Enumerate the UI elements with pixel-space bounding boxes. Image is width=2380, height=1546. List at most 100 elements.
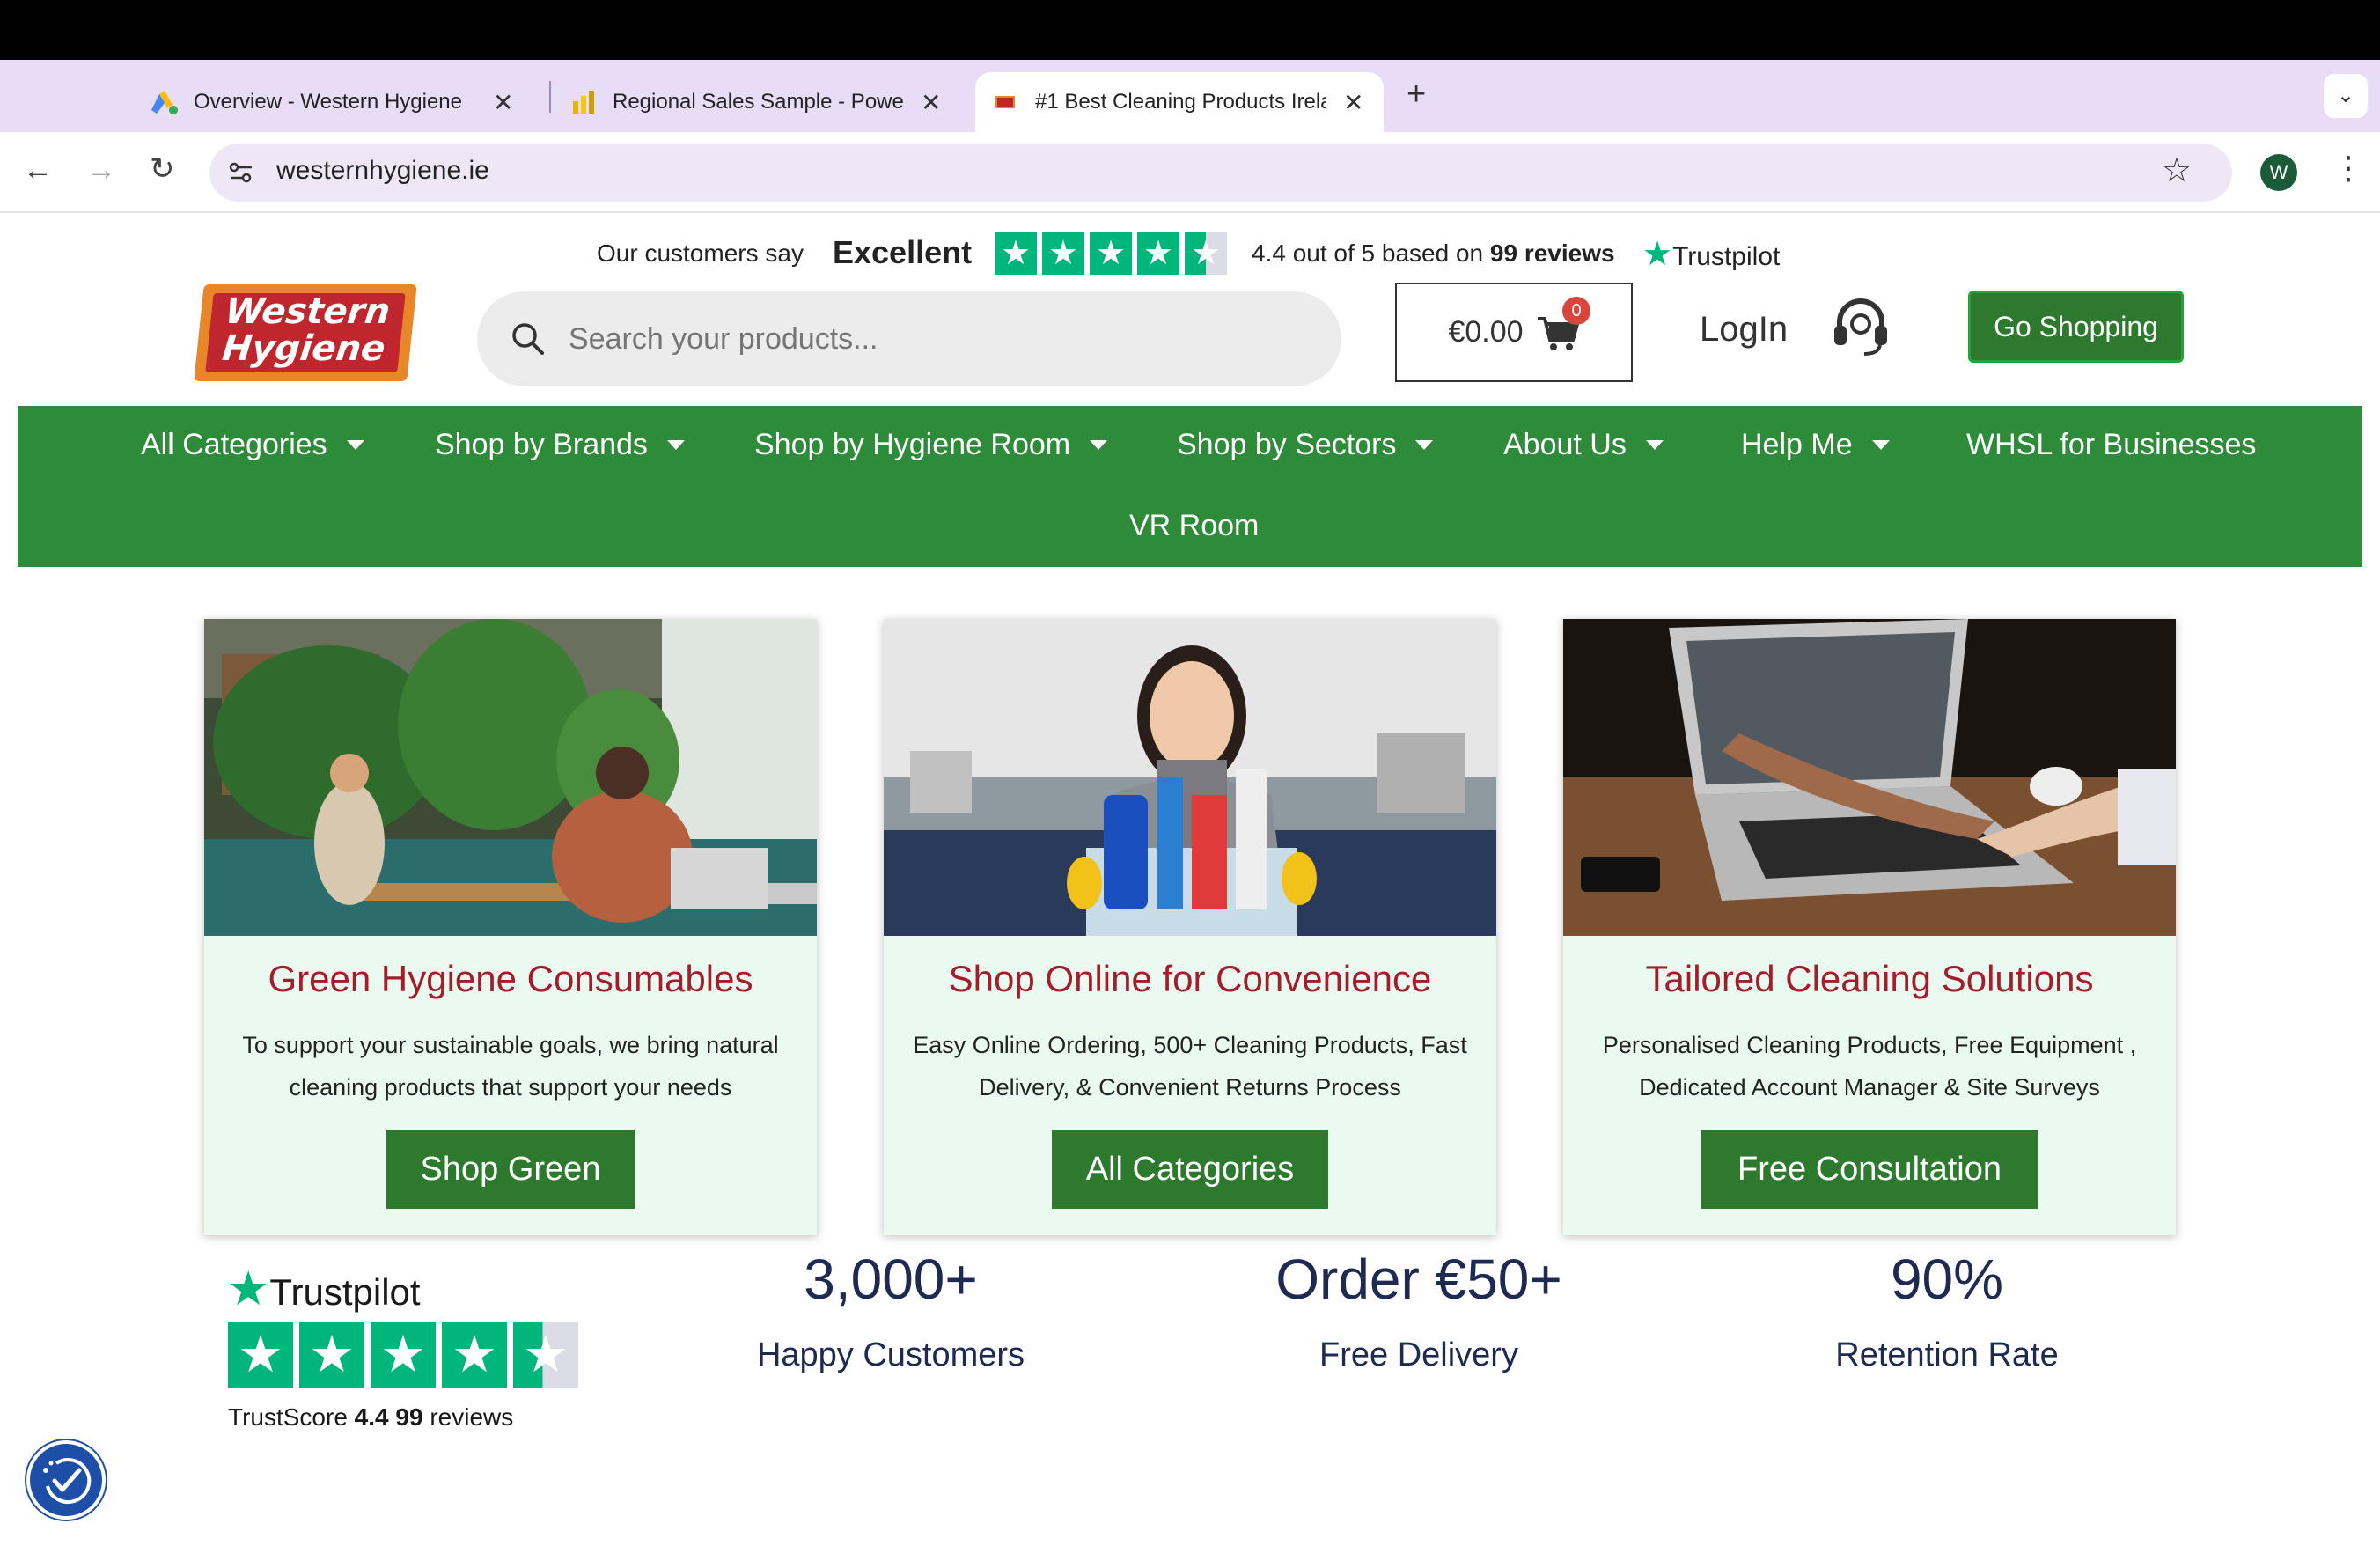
- stat-retention-label: Retention Rate: [1835, 1336, 2059, 1373]
- office-cleaning-photo: [204, 619, 817, 936]
- half-star-icon: ★: [1185, 232, 1227, 275]
- card-green-hygiene: Green Hygiene Consumables To support you…: [204, 619, 817, 1235]
- card-shop-online: Shop Online for Convenience Easy Online …: [884, 619, 1496, 1235]
- trustpilot-widget-logo[interactable]: ★Trustpilot: [227, 1261, 421, 1316]
- nav-label: Shop by Sectors: [1177, 428, 1397, 461]
- login-link[interactable]: LogIn: [1700, 310, 1788, 350]
- nav-label: Help Me: [1741, 428, 1853, 461]
- star-icon: ★: [995, 232, 1037, 275]
- card-description: To support your sustainable goals, we br…: [242, 1032, 779, 1101]
- trustscore-label: TrustScore: [228, 1403, 348, 1431]
- close-tab-icon[interactable]: ✕: [1343, 88, 1363, 117]
- card-title: Green Hygiene Consumables: [268, 958, 753, 999]
- nav-shop-by-sectors[interactable]: Shop by Sectors: [1177, 428, 1434, 462]
- stat-retention-value: 90%: [1890, 1248, 2004, 1311]
- cart-count-badge: 0: [1562, 297, 1590, 325]
- customers-say-text: Our customers say: [597, 239, 804, 267]
- caret-down-icon: [346, 440, 364, 450]
- card-title: Shop Online for Convenience: [948, 958, 1432, 999]
- logo-line-1: Western: [223, 291, 393, 332]
- stat-free-delivery-label: Free Delivery: [1319, 1336, 1518, 1373]
- star-icon: ★: [299, 1322, 364, 1388]
- nav-about-us[interactable]: About Us: [1503, 428, 1664, 462]
- nav-label: Shop by Brands: [435, 428, 648, 461]
- address-bar[interactable]: westernhygiene.ie ☆: [209, 144, 2232, 202]
- nav-help-me[interactable]: Help Me: [1741, 428, 1890, 462]
- caret-down-icon: [1415, 440, 1434, 450]
- go-shopping-button[interactable]: Go Shopping: [1968, 291, 2184, 363]
- headset-support-icon[interactable]: [1829, 294, 1892, 357]
- trustpilot-star-icon: ★: [227, 1263, 270, 1315]
- nav-shop-by-hygiene-room[interactable]: Shop by Hygiene Room: [754, 428, 1108, 462]
- western-hygiene-logo[interactable]: Western Hygiene: [194, 284, 417, 381]
- trustpilot-star-icon: ★: [1642, 236, 1673, 273]
- accessibility-check-icon: [43, 1458, 92, 1505]
- nav-all-categories[interactable]: All Categories: [141, 428, 364, 462]
- card-title: Tailored Cleaning Solutions: [1645, 958, 2094, 999]
- tab-title: Regional Sales Sample - Power BI: [613, 90, 903, 114]
- all-categories-button[interactable]: All Categories: [1052, 1130, 1328, 1209]
- tab-regional-sales[interactable]: Regional Sales Sample - Power BI ✕: [570, 72, 941, 132]
- laptop-handshake-photo: [1563, 619, 2176, 936]
- new-tab-button[interactable]: +: [1407, 76, 1426, 114]
- nav-shop-by-brands[interactable]: Shop by Brands: [435, 428, 685, 462]
- tab-overview[interactable]: Overview - Western Hygiene ✕: [150, 72, 513, 132]
- trustpilot-brand: Trustpilot: [269, 1271, 421, 1313]
- accessibility-button[interactable]: [26, 1440, 106, 1520]
- search-icon: [512, 323, 544, 355]
- nav-label: Shop by Hygiene Room: [754, 428, 1071, 461]
- card-tailored-solutions: Tailored Cleaning Solutions Personalised…: [1563, 619, 2176, 1235]
- half-star-icon: ★: [513, 1322, 578, 1388]
- review-count: 99: [1489, 239, 1518, 267]
- stat-free-delivery-value: Order €50+: [1275, 1248, 1562, 1311]
- tab-title: Overview - Western Hygiene: [194, 90, 462, 114]
- nav-whsl-for-businesses[interactable]: WHSL for Businesses: [1966, 428, 2256, 462]
- rating-word: Excellent: [833, 234, 973, 270]
- trustscore-value: 4.4: [354, 1403, 389, 1431]
- cart-total: €0.00: [1448, 315, 1524, 349]
- cleaner-with-supplies-photo: [884, 619, 1496, 936]
- star-icon: ★: [1042, 232, 1084, 275]
- trustpilot-brand: Trustpilot: [1672, 242, 1781, 271]
- back-arrow-icon[interactable]: ←: [23, 153, 53, 188]
- star-icon: ★: [371, 1322, 436, 1388]
- tab-title: #1 Best Cleaning Products Ireland: [1035, 90, 1326, 114]
- rating-text-post: reviews: [1524, 239, 1615, 267]
- trustpilot-logo[interactable]: ★Trustpilot: [1642, 234, 1780, 274]
- nav-label: WHSL for Businesses: [1966, 428, 2257, 461]
- rating-summary: 4.4 out of 5 based on 99 reviews: [1252, 239, 1615, 268]
- reload-icon[interactable]: ↻: [150, 151, 175, 187]
- google-ads-icon: [151, 91, 178, 114]
- tab-separator: [549, 81, 551, 113]
- tab-search-chevron-down-icon[interactable]: ⌄: [2324, 74, 2368, 118]
- nav-label: About Us: [1503, 428, 1627, 461]
- site-settings-icon[interactable]: [227, 159, 255, 186]
- free-consultation-button[interactable]: Free Consultation: [1701, 1130, 2038, 1209]
- profile-avatar[interactable]: W: [2260, 154, 2297, 191]
- trustscore-reviews: 99: [395, 1403, 423, 1431]
- nav-label: All Categories: [141, 428, 327, 461]
- search-input[interactable]: [569, 321, 1273, 357]
- top-black-bar: [0, 0, 2380, 60]
- shop-green-button[interactable]: Shop Green: [386, 1130, 635, 1209]
- caret-down-icon: [1871, 440, 1890, 450]
- close-tab-icon[interactable]: ✕: [921, 88, 941, 117]
- product-search[interactable]: [477, 291, 1341, 386]
- nav-vr-room[interactable]: VR Room: [1129, 509, 1259, 543]
- bookmark-star-icon[interactable]: ☆: [2162, 151, 2192, 190]
- star-icon: ★: [228, 1322, 293, 1388]
- nav-label: VR Room: [1129, 509, 1260, 542]
- tab-best-cleaning-products[interactable]: #1 Best Cleaning Products Ireland ✕: [975, 72, 1384, 132]
- browser-menu-icon[interactable]: ⋮: [2332, 150, 2364, 187]
- close-tab-icon[interactable]: ✕: [493, 88, 513, 117]
- rating-text-pre: 4.4 out of 5 based on: [1252, 239, 1484, 267]
- site-favicon-icon: [995, 96, 1015, 108]
- star-icon: ★: [442, 1322, 507, 1388]
- power-bi-icon: [573, 91, 594, 114]
- caret-down-icon: [666, 440, 685, 450]
- stat-happy-customers-value: 3,000+: [804, 1248, 978, 1311]
- caret-down-icon: [1645, 440, 1664, 450]
- cart-button[interactable]: €0.00: [1395, 283, 1633, 382]
- logo-text: Western Hygiene: [205, 291, 406, 372]
- forward-arrow-icon[interactable]: →: [86, 153, 116, 188]
